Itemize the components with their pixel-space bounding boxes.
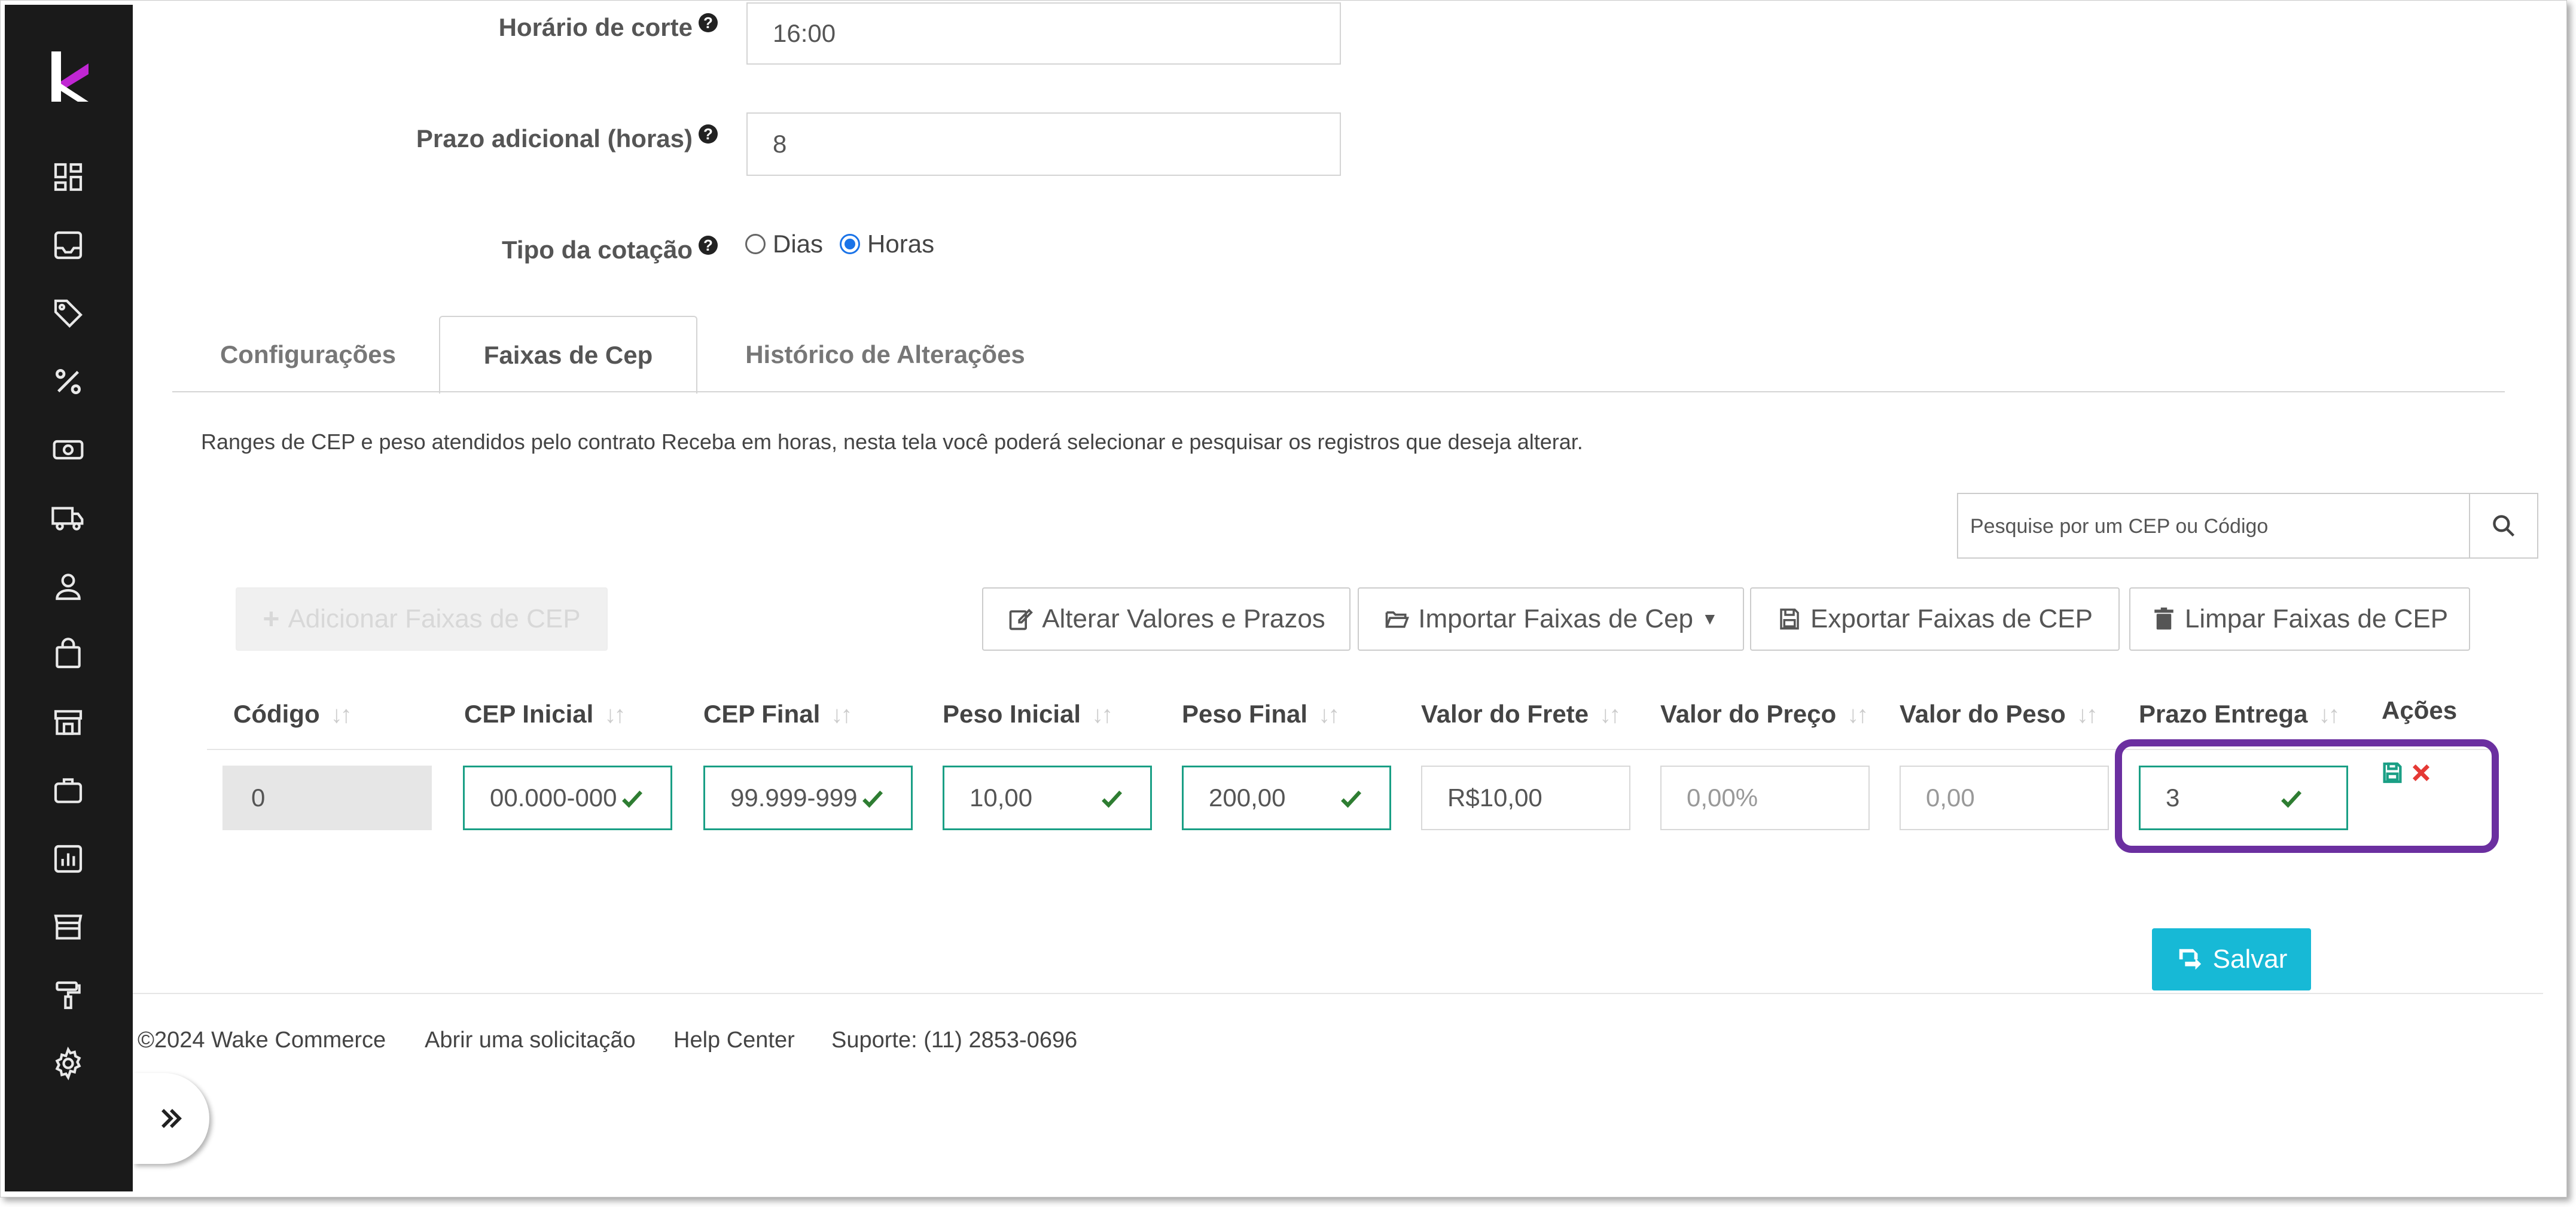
column-header-prazo-entrega[interactable]: Prazo Entrega ↓↑: [2139, 700, 2340, 729]
clear-ranges-button[interactable]: Limpar Faixas de CEP: [2129, 587, 2470, 651]
tab-divider: [172, 391, 2505, 392]
radio-horas[interactable]: [840, 234, 861, 254]
truck-icon[interactable]: [49, 499, 87, 537]
caret-down-icon: ▼: [1702, 609, 1718, 628]
app-logo[interactable]: [47, 47, 94, 106]
tab-historico[interactable]: Histórico de Alterações: [730, 318, 1041, 391]
footer-help-link[interactable]: Help Center: [673, 1028, 795, 1053]
user-icon[interactable]: [49, 567, 87, 605]
cutoff-label: Horário de corte?: [419, 13, 718, 42]
sort-icon: ↓↑: [2318, 702, 2340, 728]
sort-icon: ↓↑: [2076, 702, 2098, 728]
money-icon[interactable]: [49, 431, 87, 469]
description-text: Ranges de CEP e peso atendidos pelo cont…: [201, 429, 1583, 454]
inbox-icon[interactable]: [49, 226, 87, 264]
footer-support: Suporte: (11) 2853-0696: [831, 1028, 1078, 1053]
valor-preco-input[interactable]: 0,00%: [1660, 766, 1870, 830]
sort-icon: ↓↑: [1092, 702, 1113, 728]
trash-icon: [2154, 607, 2173, 630]
radio-dias[interactable]: [745, 234, 766, 254]
search-icon: [2493, 515, 2515, 537]
valor-frete-input[interactable]: R$10,00: [1421, 766, 1630, 830]
valor-peso-input[interactable]: 0,00: [1900, 766, 2109, 830]
store-icon[interactable]: [49, 703, 87, 742]
sort-icon: ↓↑: [1599, 702, 1621, 728]
prazo-entrega-highlight: [2115, 739, 2499, 853]
tab-faixas-de-cep[interactable]: Faixas de Cep: [439, 316, 697, 394]
footer-divider: [133, 993, 2543, 994]
gear-icon[interactable]: [49, 1044, 87, 1083]
help-icon[interactable]: ?: [699, 124, 718, 144]
dashboard-icon[interactable]: [49, 158, 87, 196]
sidebar: [5, 5, 133, 1191]
check-icon: [1102, 790, 1123, 808]
quote-type-options: Dias Horas: [745, 230, 934, 258]
tab-configuracoes[interactable]: Configurações: [197, 318, 419, 391]
peso-inicial-input[interactable]: 10,00: [943, 766, 1152, 830]
quote-type-label: Tipo da cotação?: [419, 236, 718, 264]
double-chevron-right-icon: [161, 1109, 182, 1128]
search-box: [1957, 493, 2538, 559]
column-header-valor-preco[interactable]: Valor do Preço ↓↑: [1660, 700, 1868, 729]
sort-icon: ↓↑: [1847, 702, 1868, 728]
plus-icon: +: [263, 603, 280, 635]
check-icon: [622, 790, 643, 808]
help-icon[interactable]: ?: [699, 13, 718, 32]
percent-icon[interactable]: [49, 362, 87, 401]
tag-icon[interactable]: [49, 294, 87, 333]
search-input[interactable]: [1958, 494, 2486, 559]
search-button[interactable]: [2469, 494, 2537, 557]
column-header-peso-inicial[interactable]: Peso Inicial ↓↑: [943, 700, 1113, 729]
save-icon: [1780, 608, 1799, 630]
extra-time-label: Prazo adicional (horas)?: [359, 124, 718, 153]
report-icon[interactable]: [49, 840, 87, 878]
cep-inicial-input[interactable]: 00.000-000: [463, 766, 672, 830]
column-header-acoes: Ações: [2382, 696, 2458, 724]
storefront-icon[interactable]: [49, 908, 87, 946]
column-header-valor-peso[interactable]: Valor do Peso ↓↑: [1900, 700, 2098, 729]
footer-copyright: ©2024 Wake Commerce: [138, 1028, 386, 1053]
peso-final-input[interactable]: 200,00: [1182, 766, 1391, 830]
edit-icon: [1009, 608, 1034, 630]
extra-hours-input[interactable]: 8: [746, 112, 1341, 176]
help-icon[interactable]: ?: [699, 236, 718, 255]
row-delete-icon[interactable]: [2409, 761, 2433, 788]
save-button[interactable]: Salvar: [2152, 928, 2311, 990]
row-save-icon[interactable]: [2380, 761, 2404, 788]
shopping-bag-icon[interactable]: [49, 635, 87, 673]
check-icon: [862, 790, 883, 808]
alter-values-button[interactable]: Alterar Valores e Prazos: [982, 587, 1351, 651]
sort-icon: ↓↑: [330, 702, 352, 728]
add-ranges-button[interactable]: + Adicionar Faixas de CEP: [236, 587, 608, 651]
radio-horas-label: Horas: [867, 230, 935, 258]
column-header-cep-inicial[interactable]: CEP Inicial ↓↑: [464, 700, 626, 729]
check-icon: [1341, 790, 1362, 808]
sort-icon: ↓↑: [831, 702, 852, 728]
radio-dias-label: Dias: [773, 230, 824, 258]
column-header-codigo[interactable]: Código ↓↑: [233, 700, 352, 729]
cutoff-time-input[interactable]: 16:00: [746, 2, 1341, 65]
column-header-peso-final[interactable]: Peso Final ↓↑: [1182, 700, 1340, 729]
sort-icon: ↓↑: [604, 702, 626, 728]
column-header-cep-final[interactable]: CEP Final ↓↑: [703, 700, 852, 729]
export-ranges-button[interactable]: Exportar Faixas de CEP: [1750, 587, 2120, 651]
cell-codigo: 0: [222, 766, 432, 830]
footer-request-link[interactable]: Abrir uma solicitação: [425, 1028, 636, 1053]
column-header-valor-frete[interactable]: Valor do Frete ↓↑: [1421, 700, 1621, 729]
save-arrow-icon: [2179, 949, 2201, 970]
folder-open-icon: [1385, 611, 1410, 628]
paint-roller-icon[interactable]: [49, 976, 87, 1014]
briefcase-icon[interactable]: [49, 772, 87, 810]
cep-final-input[interactable]: 99.999-999: [703, 766, 913, 830]
import-ranges-dropdown[interactable]: Importar Faixas de Cep ▼: [1358, 587, 1744, 651]
sort-icon: ↓↑: [1318, 702, 1340, 728]
